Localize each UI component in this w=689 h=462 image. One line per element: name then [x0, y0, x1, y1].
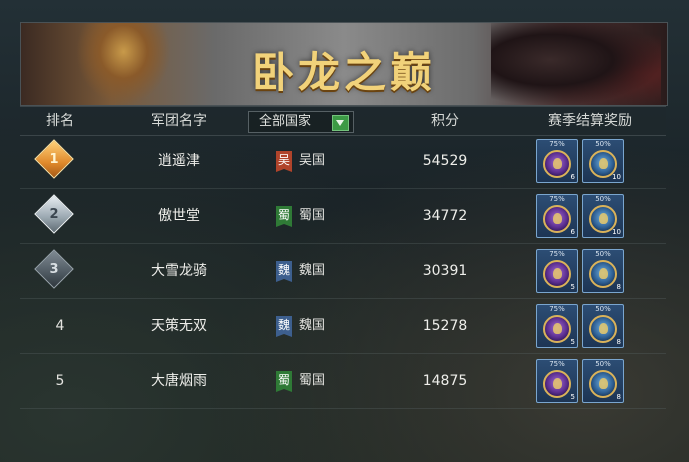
reward-count: 8 [616, 338, 621, 346]
leaderboard-panel: 卧龙之巅 排名 军团名字 全部国家 积分 赛季结算奖励 1 逍遥津 吴 吴国 5… [20, 10, 668, 432]
blue-medal-icon [589, 260, 617, 288]
rank-gold-icon: 1 [34, 139, 74, 179]
nation-flag-icon: 吴 [276, 151, 292, 172]
reward-count: 8 [616, 283, 621, 291]
reward-percent: 50% [595, 360, 611, 368]
reward-percent: 75% [549, 360, 565, 368]
score-value: 54529 [422, 153, 468, 169]
reward-count: 10 [612, 173, 621, 181]
nation-name: 蜀国 [299, 373, 326, 388]
nation-flag-icon: 魏 [276, 261, 292, 282]
table-row[interactable]: 5 大唐烟雨 蜀 蜀国 14875 75% 5 50% 8 [20, 354, 666, 409]
legion-name: 大雪龙骑 [151, 263, 207, 279]
rank-bronze-icon: 3 [34, 249, 74, 289]
reward-percent: 75% [549, 195, 565, 203]
reward-item[interactable]: 75% 5 [536, 359, 578, 403]
reward-item[interactable]: 75% 6 [536, 139, 578, 183]
reward-item[interactable]: 75% 5 [536, 249, 578, 293]
reward-percent: 75% [549, 140, 565, 148]
reward-item[interactable]: 75% 5 [536, 304, 578, 348]
name-column-header: 军团名字 [151, 113, 207, 129]
blue-medal-icon [589, 315, 617, 343]
legion-name: 傲世堂 [158, 208, 200, 224]
score-column-header: 积分 [431, 113, 459, 129]
reward-count: 5 [570, 393, 575, 401]
nation-name: 魏国 [299, 263, 326, 278]
blue-medal-icon [589, 370, 617, 398]
table-row[interactable]: 1 逍遥津 吴 吴国 54529 75% 6 50% 10 [20, 134, 666, 189]
nation-flag-icon: 蜀 [276, 371, 292, 392]
reward-item[interactable]: 50% 8 [582, 359, 624, 403]
reward-count: 8 [616, 393, 621, 401]
legion-name: 逍遥津 [158, 153, 200, 169]
reward-percent: 50% [595, 195, 611, 203]
purple-medal-icon [543, 370, 571, 398]
table-row[interactable]: 2 傲世堂 蜀 蜀国 34772 75% 6 50% 10 [20, 189, 666, 244]
dropdown-arrow-icon[interactable] [332, 115, 349, 131]
purple-medal-icon [543, 315, 571, 343]
nation-flag-icon: 蜀 [276, 206, 292, 227]
table-row[interactable]: 3 大雪龙骑 魏 魏国 30391 75% 5 50% 8 [20, 244, 666, 299]
rank-number: 1 [49, 151, 59, 167]
purple-medal-icon [543, 205, 571, 233]
rank-number: 3 [49, 261, 59, 277]
purple-medal-icon [543, 260, 571, 288]
reward-count: 5 [570, 283, 575, 291]
nation-filter-dropdown[interactable]: 全部国家 [248, 111, 354, 133]
nation-filter-label: 全部国家 [259, 114, 312, 129]
rank-silver-icon: 2 [34, 194, 74, 234]
reward-count: 10 [612, 228, 621, 236]
reward-percent: 75% [549, 250, 565, 258]
score-value: 15278 [422, 318, 468, 334]
legion-name: 天策无双 [151, 318, 207, 334]
reward-count: 5 [570, 338, 575, 346]
rank-number: 2 [49, 206, 59, 222]
reward-percent: 75% [549, 305, 565, 313]
reward-column-header: 赛季结算奖励 [548, 113, 632, 129]
rank-number: 5 [55, 373, 65, 389]
legion-name: 大唐烟雨 [151, 373, 207, 389]
rank-column-header: 排名 [46, 113, 74, 129]
table-row[interactable]: 4 天策无双 魏 魏国 15278 75% 5 50% 8 [20, 299, 666, 354]
title-banner: 卧龙之巅 [20, 22, 668, 106]
nation-name: 吴国 [299, 153, 326, 168]
reward-item[interactable]: 50% 10 [582, 139, 624, 183]
table-header: 排名 军团名字 全部国家 积分 赛季结算奖励 [20, 106, 666, 136]
reward-item[interactable]: 50% 10 [582, 194, 624, 238]
page-title: 卧龙之巅 [251, 48, 436, 97]
reward-percent: 50% [595, 140, 611, 148]
nation-flag-icon: 魏 [276, 316, 292, 337]
score-value: 30391 [422, 263, 468, 279]
rank-number: 4 [55, 318, 65, 334]
score-value: 14875 [422, 373, 468, 389]
purple-medal-icon [543, 150, 571, 178]
reward-count: 6 [570, 173, 575, 181]
reward-item[interactable]: 50% 8 [582, 304, 624, 348]
reward-percent: 50% [595, 250, 611, 258]
nation-name: 蜀国 [299, 208, 326, 223]
reward-count: 6 [570, 228, 575, 236]
nation-name: 魏国 [299, 318, 326, 333]
reward-percent: 50% [595, 305, 611, 313]
reward-item[interactable]: 75% 6 [536, 194, 578, 238]
reward-item[interactable]: 50% 8 [582, 249, 624, 293]
score-value: 34772 [422, 208, 468, 224]
